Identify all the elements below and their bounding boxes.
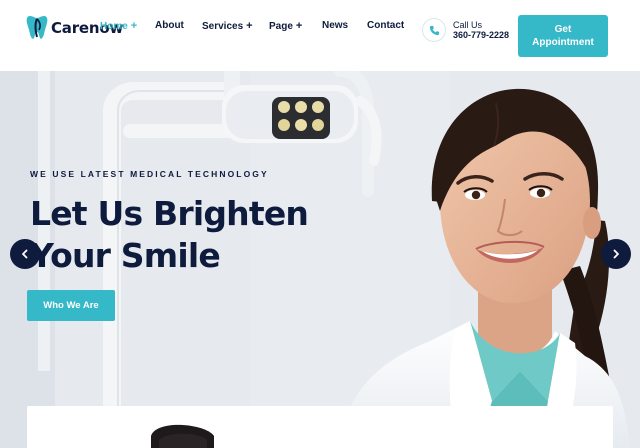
feature-card bbox=[27, 406, 613, 448]
plus-icon: + bbox=[246, 20, 253, 32]
slider-next-button[interactable] bbox=[601, 239, 631, 269]
plus-icon: + bbox=[130, 20, 138, 32]
chevron-left-icon bbox=[22, 249, 28, 259]
slider-prev-button[interactable] bbox=[10, 239, 40, 269]
hero-headline-line-2: Your Smile bbox=[30, 236, 221, 275]
phone-icon bbox=[422, 18, 446, 42]
nav-item-page[interactable]: Page + bbox=[269, 20, 302, 32]
call-us-block[interactable]: Call Us 360-779-2228 bbox=[422, 18, 509, 42]
nav-item-news[interactable]: News bbox=[322, 20, 348, 31]
hero-eyebrow: WE USE LATEST MEDICAL TECHNOLOGY bbox=[30, 169, 269, 179]
nav-label-services: Services bbox=[202, 20, 244, 32]
nav-item-contact[interactable]: Contact bbox=[367, 20, 404, 31]
plus-icon: + bbox=[295, 20, 303, 32]
who-we-are-button[interactable]: Who We Are bbox=[27, 290, 115, 321]
nav-label-contact: Contact bbox=[367, 20, 405, 31]
nav-item-services[interactable]: Services + bbox=[202, 20, 253, 32]
site-header: Carenow Home + About Services + Page + News… bbox=[0, 0, 640, 71]
hero-slider: WE USE LATEST MEDICAL TECHNOLOGY Let Us … bbox=[0, 71, 640, 448]
nav-label-home: Home bbox=[100, 20, 128, 32]
call-number[interactable]: 360-779-2228 bbox=[453, 30, 509, 40]
doctor-avatar-partial bbox=[151, 424, 214, 448]
hero-headline-line-1: Let Us Brighten bbox=[30, 194, 309, 233]
chevron-right-icon bbox=[613, 249, 619, 259]
nav-label-news: News bbox=[322, 20, 349, 31]
hero-headline: Let Us Brighten Your Smile bbox=[30, 193, 309, 277]
tooth-logo-icon bbox=[26, 16, 48, 39]
nav-label-page: Page bbox=[269, 20, 293, 32]
get-appointment-button[interactable]: Get Appointment bbox=[518, 15, 608, 57]
nav-item-about[interactable]: About bbox=[155, 20, 184, 31]
nav-label-about: About bbox=[155, 20, 184, 31]
nav-item-home[interactable]: Home + bbox=[100, 20, 137, 32]
call-label: Call Us bbox=[453, 19, 483, 30]
